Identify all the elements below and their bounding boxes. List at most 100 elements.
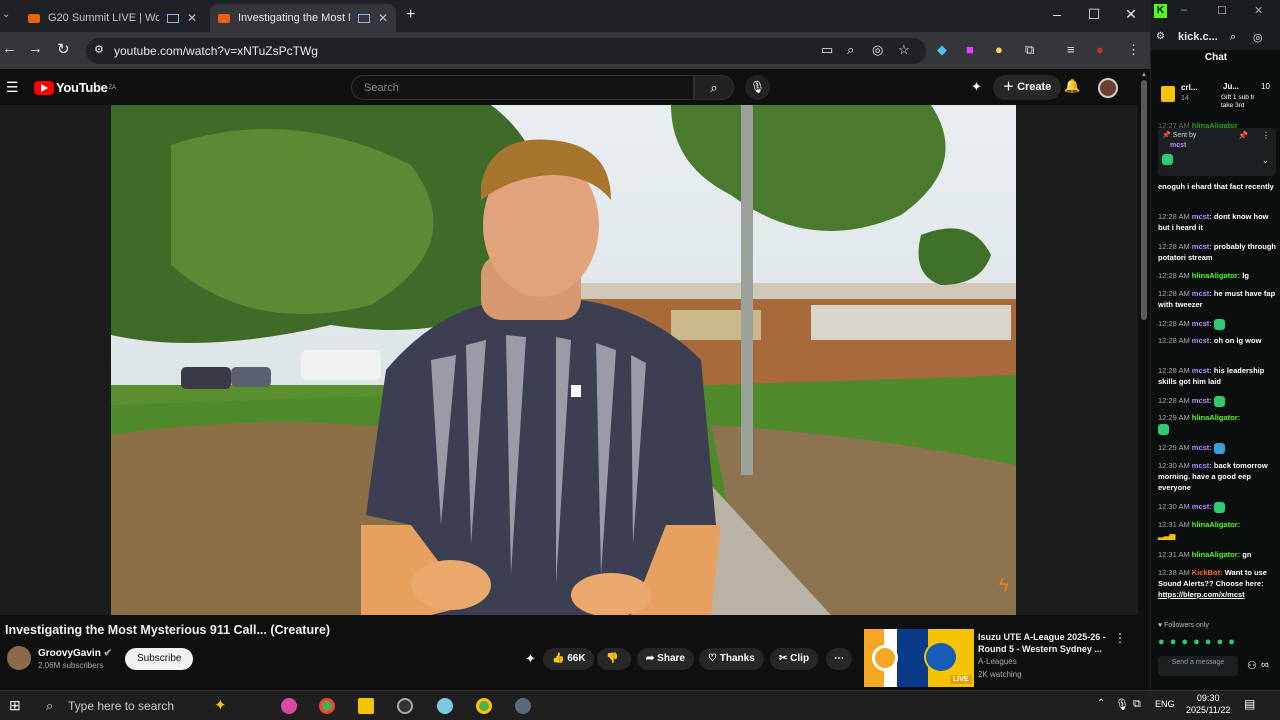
tab-title: G20 Summit LIVE | World Le bbox=[48, 12, 159, 24]
chat-message: 12:29 AM hlinaAligator: bbox=[1158, 412, 1276, 435]
thanks-button[interactable]: ♡ Thanks bbox=[699, 648, 764, 670]
video-player[interactable]: ϟ bbox=[111, 105, 1016, 615]
maximize-icon[interactable]: ☐ bbox=[1217, 4, 1227, 17]
new-tab-button[interactable]: + bbox=[406, 6, 415, 24]
app-icon[interactable] bbox=[281, 698, 297, 714]
emote-bar[interactable]: ● ● ● ● ● ● ● bbox=[1158, 636, 1276, 650]
sponsorblock-icon[interactable]: ϟ bbox=[999, 575, 1009, 596]
maximize-icon[interactable]: ☐ bbox=[1084, 6, 1104, 23]
notification-center-icon[interactable]: ▤ bbox=[1244, 697, 1255, 711]
extension-icon[interactable]: ■ bbox=[966, 42, 974, 57]
site-info-icon[interactable]: ⚙ bbox=[94, 43, 104, 56]
extension-icon[interactable]: ● bbox=[995, 42, 1003, 57]
chrome-icon[interactable] bbox=[319, 698, 335, 714]
app-icon[interactable] bbox=[437, 698, 453, 714]
eye-off-icon[interactable]: ◎ bbox=[1253, 31, 1263, 44]
subscriber-count: 2.06M subscribers bbox=[38, 661, 104, 670]
clip-button[interactable]: ✂ Clip bbox=[770, 648, 819, 670]
avatar[interactable] bbox=[1098, 78, 1118, 98]
taskbar-search[interactable]: ⌕ Type here to search bbox=[36, 695, 276, 717]
dislike-button[interactable]: 👎 bbox=[597, 648, 631, 670]
video-letterbox-right bbox=[1016, 105, 1138, 615]
users-icon[interactable]: ⚇ bbox=[1247, 659, 1257, 672]
search-field[interactable] bbox=[351, 75, 694, 100]
video-letterbox-left bbox=[0, 105, 111, 615]
minimize-icon[interactable]: – bbox=[1047, 6, 1067, 22]
pinned-user: mcst bbox=[1170, 142, 1187, 149]
back-icon[interactable]: ← bbox=[2, 40, 17, 57]
tab-search-chevron-icon[interactable]: ⌄ bbox=[2, 9, 10, 20]
scissors-icon: ✂ bbox=[779, 653, 791, 664]
channel-avatar[interactable] bbox=[7, 646, 31, 670]
more-icon[interactable]: ⋮ bbox=[1262, 131, 1270, 140]
browser-menu-icon[interactable]: ⋮ bbox=[1127, 42, 1140, 58]
app-icon[interactable] bbox=[397, 698, 413, 714]
chevron-down-icon[interactable]: ⌄ bbox=[1262, 156, 1269, 165]
bookmark-star-icon[interactable]: ☆ bbox=[898, 42, 910, 58]
send-message-input[interactable]: Send a message bbox=[1158, 656, 1238, 676]
video-title: Investigating the Most Mysterious 911 Ca… bbox=[5, 623, 331, 637]
infinity-icon[interactable]: ∞ bbox=[1261, 659, 1269, 671]
search-input[interactable] bbox=[352, 76, 693, 100]
windows-start-icon[interactable]: ⊞ bbox=[9, 697, 21, 714]
chrome-icon[interactable] bbox=[476, 698, 492, 714]
app-icon[interactable] bbox=[515, 698, 531, 714]
leader-user[interactable]: crl... bbox=[1181, 83, 1197, 92]
eye-off-icon[interactable]: ◎ bbox=[872, 42, 883, 58]
share-button[interactable]: ➦ Share bbox=[637, 648, 694, 670]
verified-icon: ✔ bbox=[103, 648, 112, 659]
kick-address-bar[interactable]: ⚙ kick.c... ⌕ ◎ bbox=[1151, 26, 1280, 50]
profile-icon[interactable]: ● bbox=[1096, 42, 1104, 57]
logo-text: YouTube bbox=[56, 80, 108, 95]
file-explorer-icon[interactable] bbox=[358, 698, 374, 714]
create-label: Create bbox=[1017, 81, 1052, 93]
extension-icon[interactable]: ◆ bbox=[937, 42, 947, 58]
voice-search-button[interactable]: 🎙 bbox=[745, 75, 770, 100]
media-control-icon[interactable]: ≡ bbox=[1067, 42, 1075, 57]
leader-user-2[interactable]: Ju... bbox=[1223, 82, 1239, 91]
forward-icon[interactable]: → bbox=[28, 40, 43, 57]
ask-ai-icon[interactable]: ✦ bbox=[525, 651, 536, 667]
network-icon[interactable]: ⧉ bbox=[1133, 698, 1141, 711]
gift-line2: take 3rd bbox=[1221, 102, 1245, 109]
scrollbar-thumb[interactable] bbox=[1141, 80, 1147, 320]
pin-icon: 📌 Sent by bbox=[1162, 132, 1197, 139]
language-indicator[interactable]: ENG bbox=[1155, 699, 1175, 709]
zoom-icon[interactable]: ⌕ bbox=[847, 42, 854, 58]
more-icon[interactable]: ⋮ bbox=[1114, 631, 1126, 645]
create-button[interactable]: ＋ Create bbox=[993, 75, 1062, 100]
close-icon[interactable]: ✕ bbox=[187, 11, 197, 25]
tab-investigating[interactable]: Investigating the Most Myst ✕ bbox=[210, 4, 396, 32]
leader-count-2: 10 bbox=[1261, 82, 1270, 91]
recommended-video[interactable]: LIVE Isuzu UTE A-League 2025-26 - Round … bbox=[864, 629, 1134, 687]
kickbot-link[interactable]: https://blerp.com/x/mcst bbox=[1158, 590, 1245, 599]
hamburger-menu-icon[interactable]: ☰ bbox=[6, 79, 19, 96]
pinned-message[interactable]: 📌 Sent by 📌 ⋮ mcst ⌄ bbox=[1158, 128, 1276, 176]
microphone-icon[interactable]: 🎙 bbox=[1115, 698, 1129, 711]
tray-chevron-icon[interactable]: ⌃ bbox=[1097, 698, 1105, 709]
more-actions-button[interactable]: ⋯ bbox=[826, 648, 852, 670]
unpin-icon[interactable]: 📌 bbox=[1238, 131, 1248, 140]
minimize-icon[interactable]: – bbox=[1181, 4, 1187, 16]
zoom-icon[interactable]: ⌕ bbox=[1230, 31, 1236, 44]
address-bar[interactable]: ⚙ youtube.com/watch?v=xNTuZsPcTWg bbox=[86, 38, 926, 64]
close-icon[interactable]: ✕ bbox=[378, 11, 388, 25]
tab-g20-summit[interactable]: G20 Summit LIVE | World Le ✕ bbox=[20, 4, 205, 32]
close-window-icon[interactable]: ✕ bbox=[1254, 4, 1263, 17]
clock[interactable]: 09:30 2025/11/22 bbox=[1186, 692, 1230, 716]
studio-icon[interactable]: ✦ bbox=[971, 79, 982, 95]
page-scrollbar[interactable]: ▲ bbox=[1138, 70, 1150, 690]
notifications-bell-icon[interactable]: 🔔 bbox=[1064, 78, 1080, 94]
cast-icon[interactable]: ▭ bbox=[821, 42, 833, 58]
close-window-icon[interactable]: ✕ bbox=[1121, 6, 1141, 23]
scroll-up-icon[interactable]: ▲ bbox=[1141, 72, 1147, 78]
like-button[interactable]: 👍 66K bbox=[543, 648, 594, 670]
site-settings-icon[interactable]: ⚙ bbox=[1156, 31, 1165, 42]
subscribe-button[interactable]: Subscribe bbox=[125, 648, 194, 670]
youtube-logo[interactable]: YouTube ZA bbox=[34, 80, 116, 95]
reload-icon[interactable]: ↻ bbox=[57, 40, 70, 58]
channel-name[interactable]: GroovyGavin ✔ bbox=[38, 648, 112, 659]
search-button[interactable]: ⌕ bbox=[694, 75, 734, 100]
extensions-puzzle-icon[interactable]: ⧉ bbox=[1025, 42, 1034, 58]
emote-icon bbox=[1158, 423, 1169, 435]
